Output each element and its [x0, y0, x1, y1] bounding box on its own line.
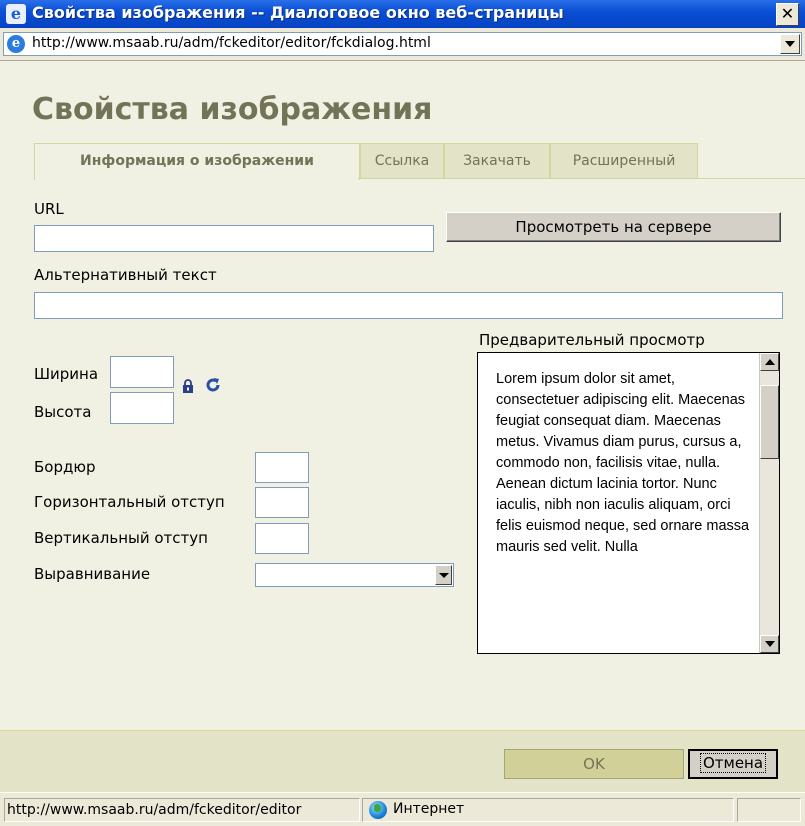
scroll-up-button[interactable] [760, 353, 779, 371]
url-label: URL [34, 200, 64, 218]
security-zone: Интернет [362, 798, 734, 822]
align-label: Выравнивание [34, 565, 151, 583]
scroll-down-button[interactable] [760, 635, 779, 653]
cancel-label: Отмена [699, 753, 767, 773]
dialog-window: e Свойства изображения -- Диалоговое окн… [0, 0, 805, 826]
ok-button[interactable]: OK [504, 749, 684, 779]
preview-box[interactable]: Lorem ipsum dolor sit amet, consectetuer… [477, 352, 780, 654]
tab-image-info[interactable]: Информация о изображении [34, 143, 360, 180]
dialog-title: Свойства изображения [32, 92, 433, 127]
hspace-input[interactable] [255, 487, 309, 518]
close-button[interactable]: ✕ [776, 3, 799, 26]
tab-advanced[interactable]: Расширенный [550, 143, 698, 179]
border-label: Бордюр [34, 458, 96, 476]
align-select[interactable] [255, 563, 454, 587]
width-input[interactable] [110, 356, 174, 388]
preview-text: Lorem ipsum dolor sit amet, consectetuer… [496, 371, 750, 555]
url-input[interactable] [34, 225, 434, 252]
cancel-button[interactable]: Отмена [688, 749, 778, 779]
vspace-label: Вертикальный отступ [34, 529, 208, 547]
status-url: http://www.msaab.ru/adm/fckeditor/editor [4, 798, 360, 822]
preview-scrollbar[interactable] [759, 353, 779, 653]
address-dropdown-button[interactable] [780, 34, 800, 54]
align-dropdown-button[interactable] [435, 565, 452, 585]
preview-label: Предварительный просмотр [479, 331, 705, 349]
dialog-footer: OK Отмена [0, 730, 805, 793]
width-label: Ширина [34, 365, 99, 383]
scroll-thumb[interactable] [760, 385, 779, 459]
reset-size-icon[interactable] [204, 376, 222, 394]
internet-globe-icon [369, 801, 387, 819]
status-extra-panel [737, 798, 801, 822]
height-input[interactable] [110, 392, 174, 424]
alt-text-label: Альтернативный текст [34, 266, 217, 284]
height-label: Высота [34, 403, 92, 421]
alt-text-input[interactable] [34, 292, 783, 319]
tab-upload[interactable]: Закачать [444, 143, 550, 179]
address-field[interactable]: e http://www.msaab.ru/adm/fckeditor/edit… [3, 32, 802, 56]
border-input[interactable] [255, 452, 309, 483]
vspace-input[interactable] [255, 523, 309, 554]
ie-page-icon: e [7, 35, 25, 53]
tab-link[interactable]: Ссылка [360, 143, 444, 179]
hspace-label: Горизонтальный отступ [34, 493, 225, 511]
close-icon: ✕ [780, 4, 795, 23]
tab-separator [358, 178, 805, 179]
address-bar: e http://www.msaab.ru/adm/fckeditor/edit… [0, 28, 805, 61]
window-titlebar[interactable]: e Свойства изображения -- Диалоговое окн… [0, 0, 805, 28]
lock-ratio-icon[interactable] [182, 379, 194, 393]
ie-icon: e [6, 4, 26, 24]
browse-server-button[interactable]: Просмотреть на сервере [446, 212, 781, 242]
status-bar: http://www.msaab.ru/adm/fckeditor/editor… [0, 792, 805, 826]
address-text: http://www.msaab.ru/adm/fckeditor/editor… [32, 35, 431, 51]
zone-text: Интернет [393, 801, 465, 817]
window-title: Свойства изображения -- Диалоговое окно … [32, 3, 564, 22]
